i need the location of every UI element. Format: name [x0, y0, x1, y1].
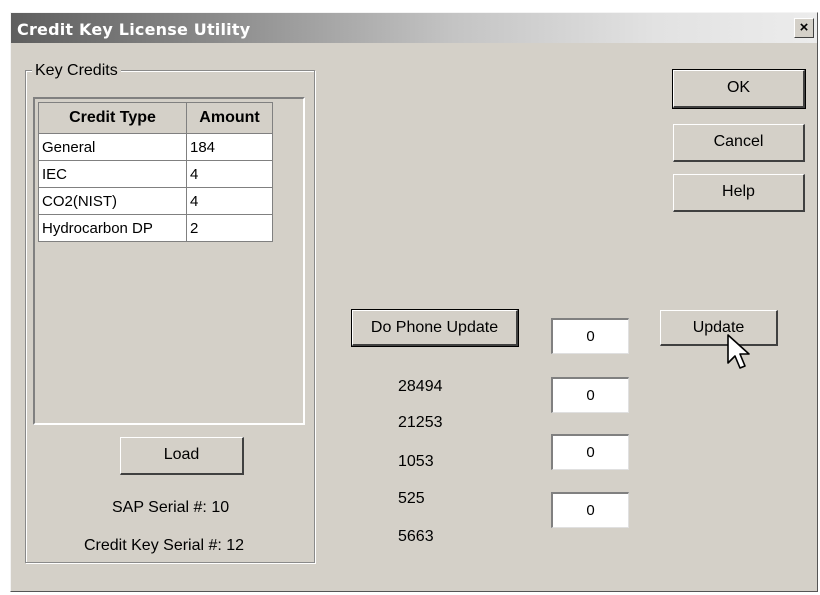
credit-type-cell: IEC — [38, 160, 187, 188]
phone-code-3: 1053 — [398, 453, 434, 470]
credit-type-cell: General — [38, 133, 187, 161]
phone-code-2: 21253 — [398, 414, 443, 431]
close-button[interactable]: × — [794, 18, 814, 38]
update-field-3[interactable]: 0 — [551, 434, 629, 470]
help-button[interactable]: Help — [673, 174, 805, 212]
update-field-4[interactable]: 0 — [551, 492, 629, 528]
close-icon: × — [799, 19, 809, 36]
credits-list-frame[interactable]: Credit Type Amount General 184 IEC 4 CO2… — [33, 97, 305, 425]
phone-code-1: 28494 — [398, 378, 443, 395]
sap-serial-label: SAP Serial #: 10 — [112, 499, 230, 516]
amount-cell: 2 — [186, 214, 273, 242]
load-button[interactable]: Load — [120, 437, 244, 475]
phone-code-4: 525 — [398, 490, 425, 507]
cancel-button[interactable]: Cancel — [673, 124, 805, 162]
phone-code-5: 5663 — [398, 528, 434, 545]
amount-cell: 4 — [186, 160, 273, 188]
do-phone-update-button[interactable]: Do Phone Update — [351, 309, 519, 347]
update-field-1[interactable]: 0 — [551, 318, 629, 354]
key-credits-legend: Key Credits — [32, 62, 121, 80]
update-button[interactable]: Update — [660, 310, 778, 346]
amount-cell: 184 — [186, 133, 273, 161]
credits-table: Credit Type Amount General 184 IEC 4 CO2… — [38, 102, 273, 242]
window-title: Credit Key License Utility — [17, 20, 251, 39]
credit-type-cell: CO2(NIST) — [38, 187, 187, 215]
table-row[interactable]: CO2(NIST) 4 — [38, 187, 273, 215]
credit-key-serial-label: Credit Key Serial #: 12 — [84, 537, 245, 554]
column-header-credit-type[interactable]: Credit Type — [38, 102, 187, 134]
update-field-2[interactable]: 0 — [551, 377, 629, 413]
ok-button[interactable]: OK — [672, 69, 806, 109]
amount-cell: 4 — [186, 187, 273, 215]
table-row[interactable]: IEC 4 — [38, 160, 273, 188]
table-header-row: Credit Type Amount — [38, 102, 273, 134]
credit-type-cell: Hydrocarbon DP — [38, 214, 187, 242]
title-bar[interactable]: Credit Key License Utility × — [11, 13, 817, 43]
table-row[interactable]: General 184 — [38, 133, 273, 161]
column-header-amount[interactable]: Amount — [186, 102, 273, 134]
mouse-pointer-icon — [727, 334, 750, 369]
table-row[interactable]: Hydrocarbon DP 2 — [38, 214, 273, 242]
